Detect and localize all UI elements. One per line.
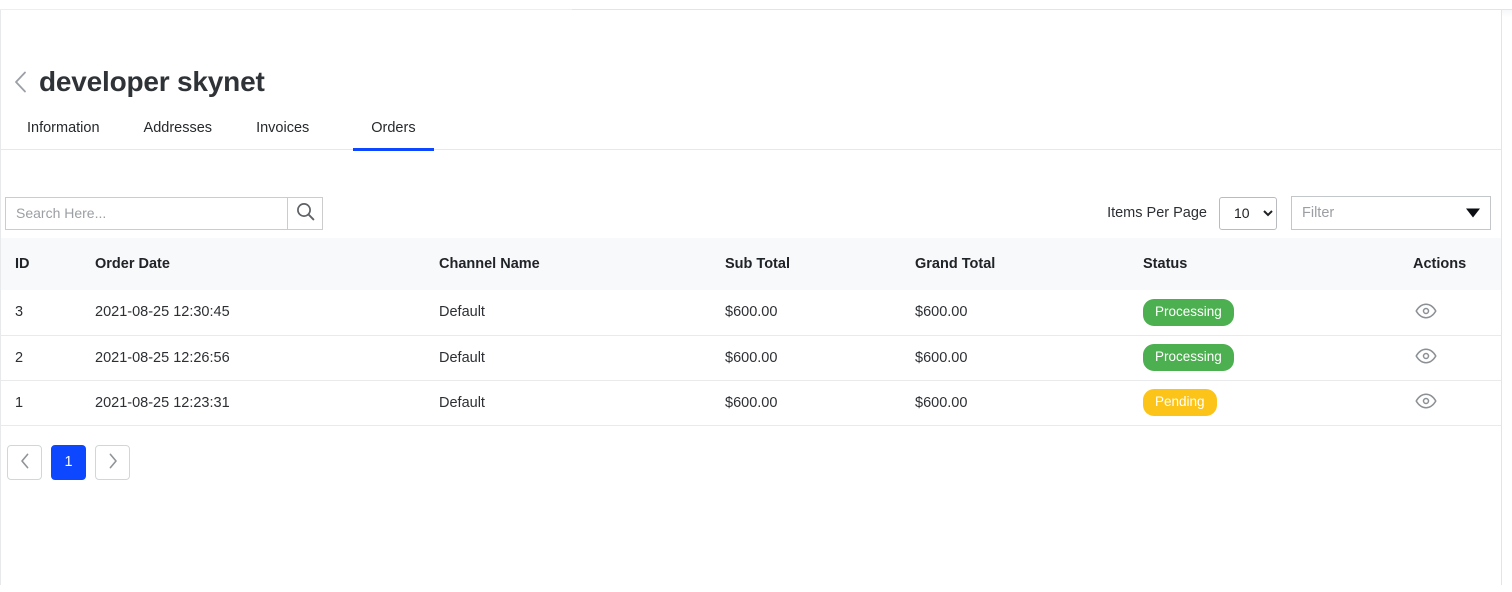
tab-information[interactable]: Information <box>27 120 100 150</box>
tab-invoices[interactable]: Invoices <box>256 120 309 150</box>
cell-channel-name: Default <box>439 380 725 425</box>
column-header-grand-total[interactable]: Grand Total <box>915 238 1143 290</box>
eye-icon <box>1415 348 1437 367</box>
column-header-id[interactable]: ID <box>1 238 95 290</box>
column-header-order-date[interactable]: Order Date <box>95 238 439 290</box>
tab-invoices-label: Invoices <box>256 120 309 136</box>
cell-actions <box>1413 380 1501 425</box>
page-header: developer skynet <box>1 10 1501 102</box>
table-row[interactable]: 1 2021-08-25 12:23:31 Default $600.00 $6… <box>1 380 1501 425</box>
chevron-left-icon[interactable] <box>9 65 31 99</box>
cell-sub-total: $600.00 <box>725 290 915 335</box>
tab-bar: Information Addresses Invoices Orders <box>1 102 1501 150</box>
orders-table-body: 3 2021-08-25 12:30:45 Default $600.00 $6… <box>1 290 1501 425</box>
status-badge: Pending <box>1143 389 1217 416</box>
cell-sub-total: $600.00 <box>725 380 915 425</box>
cell-grand-total: $600.00 <box>915 290 1143 335</box>
tab-information-label: Information <box>27 120 100 136</box>
cell-actions <box>1413 290 1501 335</box>
eye-icon <box>1415 393 1437 412</box>
table-header-row: ID Order Date Channel Name Sub Total Gra… <box>1 238 1501 290</box>
eye-icon <box>1415 303 1437 322</box>
cell-order-date: 2021-08-25 12:30:45 <box>95 290 439 335</box>
tab-addresses-label: Addresses <box>144 120 213 136</box>
cell-order-date: 2021-08-25 12:23:31 <box>95 380 439 425</box>
search-icon <box>296 202 315 224</box>
cell-status: Processing <box>1143 335 1413 380</box>
chevron-left-icon <box>20 453 30 472</box>
cell-status: Processing <box>1143 290 1413 335</box>
table-toolbar: Items Per Page 10 20 50 100 Filter <box>1 150 1501 238</box>
page-container: developer skynet Information Addresses I… <box>0 10 1502 585</box>
tab-orders[interactable]: Orders <box>353 120 433 150</box>
cell-id: 2 <box>1 335 95 380</box>
cell-channel-name: Default <box>439 335 725 380</box>
view-order-button[interactable] <box>1413 392 1439 414</box>
page-title: developer skynet <box>39 68 265 96</box>
view-order-button[interactable] <box>1413 347 1439 369</box>
table-row[interactable]: 2 2021-08-25 12:26:56 Default $600.00 $6… <box>1 335 1501 380</box>
pagination-prev-button[interactable] <box>7 445 42 480</box>
items-per-page-label: Items Per Page <box>1107 205 1207 221</box>
table-row[interactable]: 3 2021-08-25 12:30:45 Default $600.00 $6… <box>1 290 1501 335</box>
pagination-page-1-button[interactable]: 1 <box>51 445 86 480</box>
search-input[interactable] <box>5 197 287 230</box>
orders-table-head: ID Order Date Channel Name Sub Total Gra… <box>1 238 1501 290</box>
cell-sub-total: $600.00 <box>725 335 915 380</box>
chevron-down-icon <box>1466 209 1480 218</box>
column-header-sub-total[interactable]: Sub Total <box>725 238 915 290</box>
toolbar-right-group: Items Per Page 10 20 50 100 Filter <box>1107 196 1491 230</box>
column-header-status[interactable]: Status <box>1143 238 1413 290</box>
cell-status: Pending <box>1143 380 1413 425</box>
column-header-actions: Actions <box>1413 238 1501 290</box>
search-group <box>5 197 323 230</box>
view-order-button[interactable] <box>1413 301 1439 323</box>
cell-grand-total: $600.00 <box>915 335 1143 380</box>
cell-channel-name: Default <box>439 290 725 335</box>
orders-table: ID Order Date Channel Name Sub Total Gra… <box>1 238 1501 426</box>
status-badge: Processing <box>1143 344 1234 371</box>
filter-dropdown[interactable]: Filter <box>1291 196 1491 230</box>
chevron-right-icon <box>108 453 118 472</box>
pagination: 1 <box>1 426 1501 480</box>
browser-top-chrome <box>0 0 1512 10</box>
column-header-channel-name[interactable]: Channel Name <box>439 238 725 290</box>
status-badge: Processing <box>1143 299 1234 326</box>
tab-addresses[interactable]: Addresses <box>144 120 213 150</box>
cell-order-date: 2021-08-25 12:26:56 <box>95 335 439 380</box>
cell-grand-total: $600.00 <box>915 380 1143 425</box>
cell-id: 1 <box>1 380 95 425</box>
filter-placeholder: Filter <box>1302 205 1334 221</box>
tab-orders-label: Orders <box>371 120 415 136</box>
pagination-next-button[interactable] <box>95 445 130 480</box>
cell-actions <box>1413 335 1501 380</box>
items-per-page-select[interactable]: 10 20 50 100 <box>1219 197 1277 230</box>
cell-id: 3 <box>1 290 95 335</box>
search-button[interactable] <box>287 197 323 230</box>
